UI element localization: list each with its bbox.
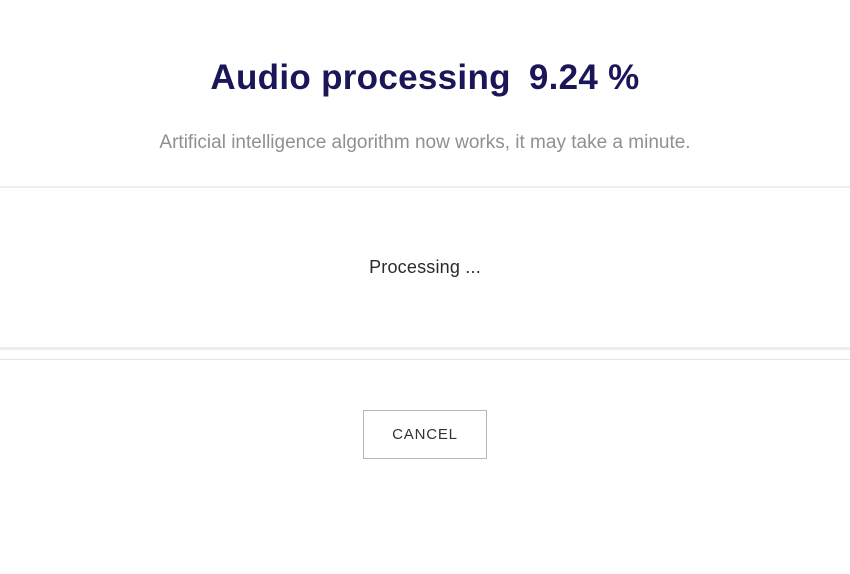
status-band: Processing ... — [0, 188, 850, 350]
title-row: Audio processing 9.24 % — [210, 58, 639, 98]
audio-processing-dialog: Audio processing 9.24 % Artificial intel… — [0, 0, 850, 574]
footer: CANCEL — [0, 360, 850, 459]
processing-status: Processing ... — [369, 257, 481, 278]
subtitle: Artificial intelligence algorithm now wo… — [0, 132, 850, 154]
header: Audio processing 9.24 % Artificial intel… — [0, 0, 850, 154]
title-label: Audio processing — [210, 58, 510, 98]
cancel-button[interactable]: CANCEL — [363, 410, 487, 459]
progress-percent: 9.24 % — [529, 58, 640, 98]
